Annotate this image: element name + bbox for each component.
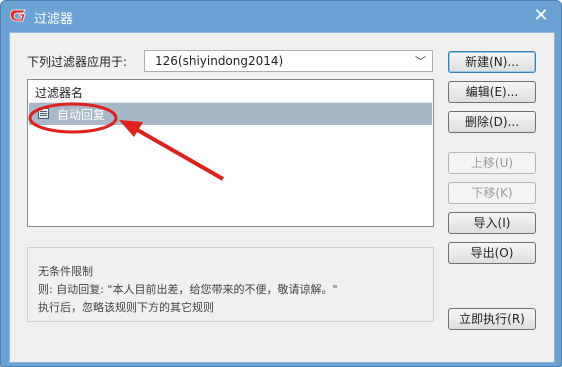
annotation-overlay (28, 102, 224, 181)
highlight-ellipse (28, 102, 118, 134)
annotation-arrow-shaft (133, 126, 224, 181)
annotation-arrow-head (119, 120, 143, 137)
filter-dialog: 过滤器 ✕ 下列过滤器应用于: 126(shiyindong2014) ﹀ 过滤… (0, 0, 562, 367)
